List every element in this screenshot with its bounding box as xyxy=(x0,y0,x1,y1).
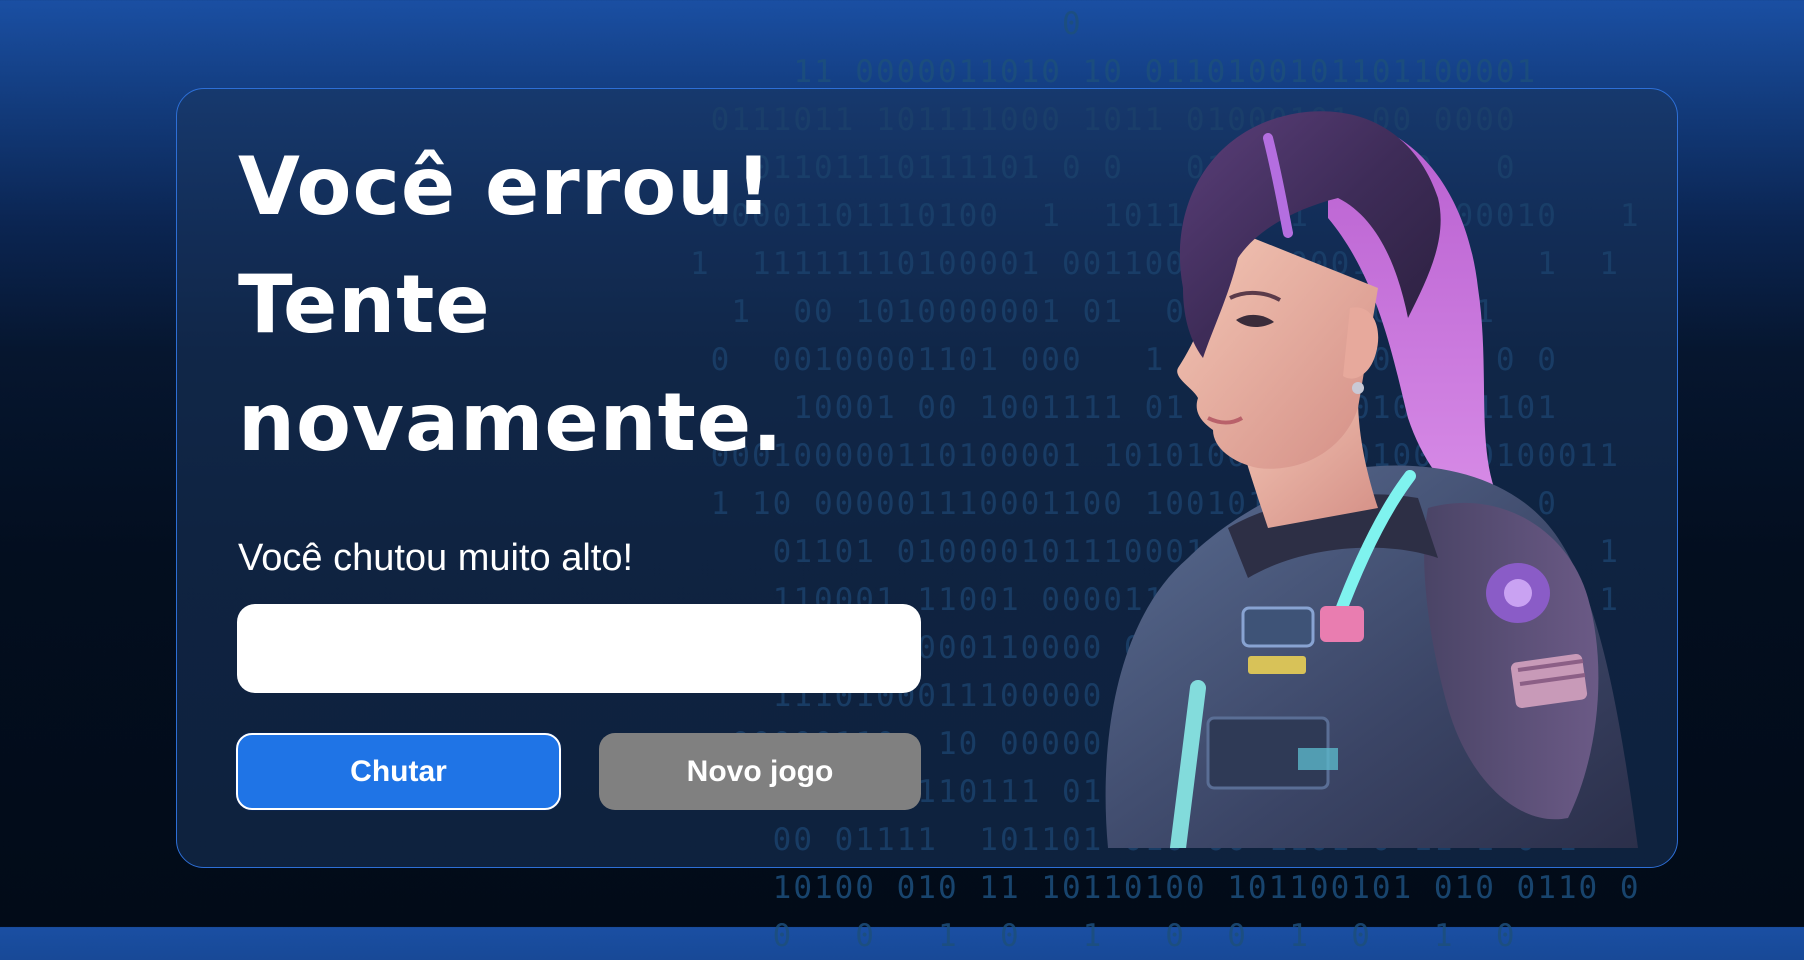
binary-line: 10100 010 11 10110100 101100101 010 0110… xyxy=(690,870,1641,906)
guess-input[interactable] xyxy=(237,604,921,693)
heading-line-1: Você errou! xyxy=(238,140,773,233)
guess-button[interactable]: Chutar xyxy=(236,733,561,810)
heading-line-2: Tente xyxy=(238,258,491,351)
result-heading: Você errou! Tente novamente. xyxy=(238,128,938,482)
hint-message: Você chutou muito alto! xyxy=(238,537,634,579)
heading-line-3: novamente. xyxy=(238,376,784,469)
binary-line: 0 xyxy=(690,6,1083,42)
binary-line: 0 0 1 0 1 0 0 1 0 1 0 xyxy=(690,918,1517,954)
astronaut-girl-illustration xyxy=(1105,111,1638,848)
new-game-button[interactable]: Novo jogo xyxy=(599,733,921,810)
